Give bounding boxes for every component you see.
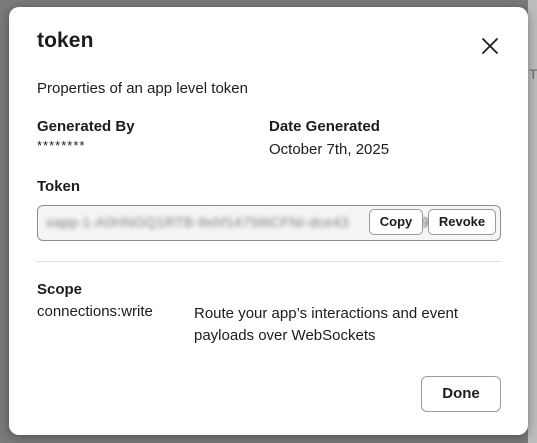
date-generated-label: Date Generated (269, 118, 380, 135)
close-icon (482, 38, 498, 54)
background-page-text: T (529, 66, 537, 82)
generated-by-label: Generated By (37, 118, 135, 135)
divider (37, 261, 502, 262)
dialog-description: Properties of an app level token (37, 80, 248, 97)
token-value-obscured: xapp-1-A0HNGQ1RTB-9xhf14756tCFNI-dce43 (46, 214, 349, 230)
token-field[interactable]: xapp-1-A0HNGQ1RTB-9xhf14756tCFNI-dce43 9… (37, 205, 501, 241)
token-dialog: token Properties of an app level token G… (9, 7, 528, 435)
done-button[interactable]: Done (421, 376, 501, 412)
scope-name: connections:write (37, 303, 153, 320)
scope-description: Route your app’s interactions and event … (194, 305, 459, 344)
revoke-button[interactable]: Revoke (428, 209, 496, 235)
date-generated-value: October 7th, 2025 (269, 141, 390, 158)
dialog-title: token (37, 29, 94, 52)
copy-button[interactable]: Copy (369, 209, 423, 235)
scope-label: Scope (37, 281, 83, 298)
token-label: Token (37, 178, 81, 195)
generated-by-value: ******** (37, 138, 86, 153)
close-button[interactable] (479, 35, 501, 57)
